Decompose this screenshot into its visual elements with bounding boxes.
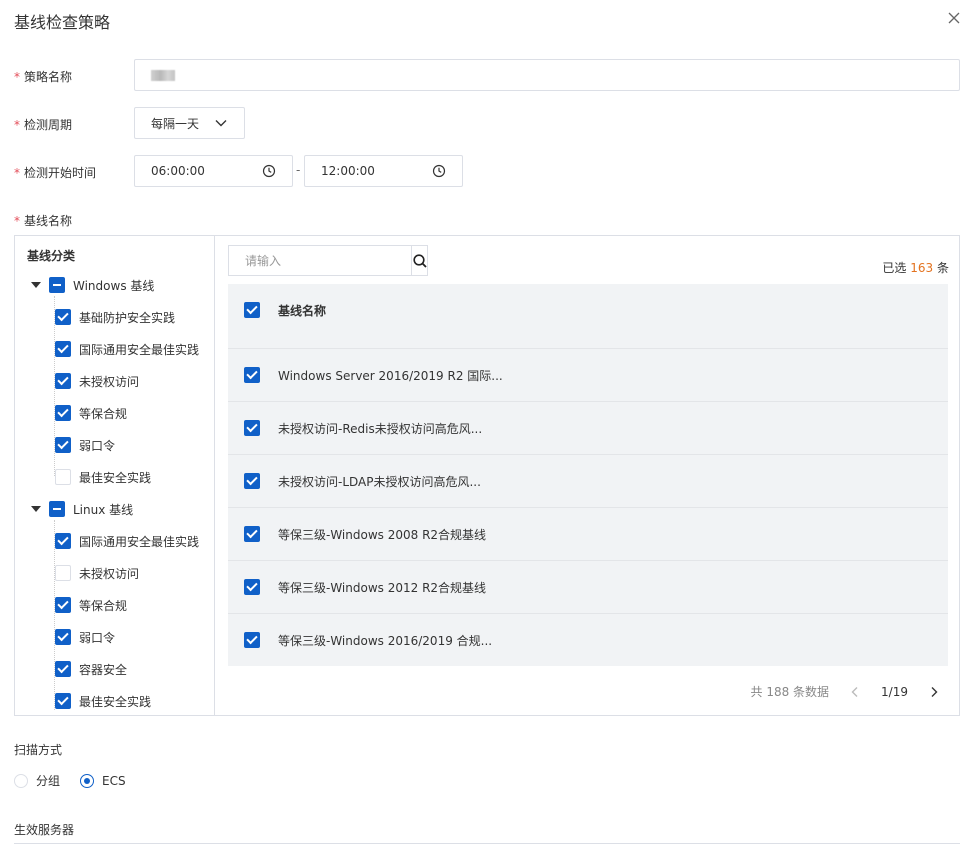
caret-down-icon[interactable] — [31, 506, 41, 512]
tree-checkbox[interactable] — [55, 597, 71, 613]
tree-item[interactable]: 最佳安全实践 — [55, 689, 151, 713]
radio-label-ecs: ECS — [102, 773, 126, 788]
selected-count: 已选 163 条 — [882, 261, 949, 275]
category-tree: 基线分类 Windows 基线 基础防护安全实践 国际通用安全最佳实践 未授权访… — [15, 236, 215, 715]
row-checkbox[interactable] — [244, 632, 260, 648]
time-to-input[interactable]: 12:00:00 — [304, 155, 463, 187]
tree-checkbox[interactable] — [55, 437, 71, 453]
tree-item[interactable]: 等保合规 — [55, 593, 127, 617]
row-checkbox[interactable] — [244, 526, 260, 542]
clock-icon — [432, 164, 446, 178]
radio-label-group: 分组 — [36, 774, 61, 788]
close-icon[interactable] — [946, 10, 962, 26]
period-select[interactable]: 每隔一天 — [134, 107, 245, 139]
redacted-value — [151, 70, 175, 81]
baseline-table: 基线名称 Windows Server 2016/2019 R2 国际... 未… — [228, 284, 948, 666]
period-label: * 检测周期 — [14, 118, 73, 132]
tree-checkbox[interactable] — [55, 533, 71, 549]
tree-group-linux[interactable]: Linux 基线 — [31, 497, 133, 521]
tree-item[interactable]: 等保合规 — [55, 401, 127, 425]
radio-group-option[interactable] — [14, 773, 28, 788]
tree-checkbox[interactable] — [55, 629, 71, 645]
row-checkbox[interactable] — [244, 579, 260, 595]
tree-checkbox[interactable] — [55, 373, 71, 389]
tree-checkbox[interactable] — [55, 405, 71, 421]
clock-icon — [262, 164, 276, 178]
tree-checkbox[interactable] — [55, 693, 71, 709]
search-button[interactable] — [411, 246, 428, 275]
table-row[interactable]: 未授权访问-Redis未授权访问高危风... — [228, 401, 948, 454]
baseline-list: 已选 163 条 基线名称 Windows Server 2016/2019 R… — [216, 236, 960, 715]
time-to-value: 12:00:00 — [321, 164, 375, 178]
search-input[interactable] — [229, 246, 411, 275]
scan-mode-radio-group: 分组 ECS — [14, 772, 146, 789]
policy-name-label: * 策略名称 — [14, 70, 73, 84]
tree-item[interactable]: 最佳安全实践 — [55, 465, 151, 489]
tree-checkbox[interactable] — [55, 661, 71, 677]
dialog-title: 基线检查策略 — [14, 13, 111, 32]
tree-checkbox[interactable] — [55, 469, 71, 485]
period-value: 每隔一天 — [151, 116, 200, 131]
pagination: 共 188 条数据 1/19 — [751, 683, 941, 700]
divider — [14, 843, 960, 844]
tree-item[interactable]: 弱口令 — [55, 625, 115, 649]
tree-item[interactable]: 容器安全 — [55, 657, 127, 681]
search-box — [228, 245, 428, 276]
tree-item[interactable]: 国际通用安全最佳实践 — [55, 337, 199, 361]
scan-mode-label: 扫描方式 — [14, 743, 63, 757]
tree-group-windows[interactable]: Windows 基线 — [31, 273, 154, 297]
baseline-panel: 基线分类 Windows 基线 基础防护安全实践 国际通用安全最佳实践 未授权访… — [14, 235, 960, 716]
pager-total: 共 188 条数据 — [750, 685, 830, 699]
tree-item[interactable]: 基础防护安全实践 — [55, 305, 175, 329]
tree-item[interactable]: 未授权访问 — [55, 369, 139, 393]
tree-checkbox[interactable] — [55, 309, 71, 325]
tree-checkbox[interactable] — [49, 501, 65, 517]
search-icon — [413, 253, 427, 268]
table-row[interactable]: 未授权访问-LDAP未授权访问高危风... — [228, 454, 948, 507]
tree-item[interactable]: 国际通用安全最佳实践 — [55, 529, 199, 553]
table-row[interactable]: 等保三级-Windows 2016/2019 合规... — [228, 613, 948, 666]
time-separator: - — [296, 163, 301, 177]
row-checkbox[interactable] — [244, 367, 260, 383]
column-header-name: 基线名称 — [278, 303, 327, 318]
table-row[interactable]: Windows Server 2016/2019 R2 国际... — [228, 348, 948, 401]
row-checkbox[interactable] — [244, 473, 260, 489]
prev-page-button[interactable] — [849, 686, 861, 698]
table-row[interactable]: 等保三级-Windows 2008 R2合规基线 — [228, 507, 948, 560]
chevron-right-icon — [931, 686, 938, 697]
policy-name-input[interactable] — [134, 59, 960, 91]
tree-checkbox[interactable] — [49, 277, 65, 293]
pager-page: 1/19 — [881, 684, 908, 699]
table-header: 基线名称 — [228, 284, 948, 336]
tree-header: 基线分类 — [27, 249, 76, 263]
chevron-down-icon — [215, 120, 227, 127]
tree-item[interactable]: 未授权访问 — [55, 561, 139, 585]
chevron-left-icon — [851, 686, 858, 697]
tree-checkbox[interactable] — [55, 565, 71, 581]
tree-checkbox[interactable] — [55, 341, 71, 357]
start-time-label: * 检测开始时间 — [14, 166, 97, 180]
select-all-checkbox[interactable] — [244, 302, 260, 318]
table-row[interactable]: 等保三级-Windows 2012 R2合规基线 — [228, 560, 948, 613]
row-checkbox[interactable] — [244, 420, 260, 436]
time-from-input[interactable]: 06:00:00 — [134, 155, 293, 187]
table-body: Windows Server 2016/2019 R2 国际... 未授权访问-… — [228, 348, 948, 666]
caret-down-icon[interactable] — [31, 282, 41, 288]
effective-servers-label: 生效服务器 — [14, 823, 75, 837]
baseline-label: * 基线名称 — [14, 214, 73, 228]
radio-ecs-option[interactable] — [80, 773, 95, 788]
next-page-button[interactable] — [928, 686, 940, 698]
tree-item[interactable]: 弱口令 — [55, 433, 115, 457]
time-from-value: 06:00:00 — [151, 164, 205, 178]
